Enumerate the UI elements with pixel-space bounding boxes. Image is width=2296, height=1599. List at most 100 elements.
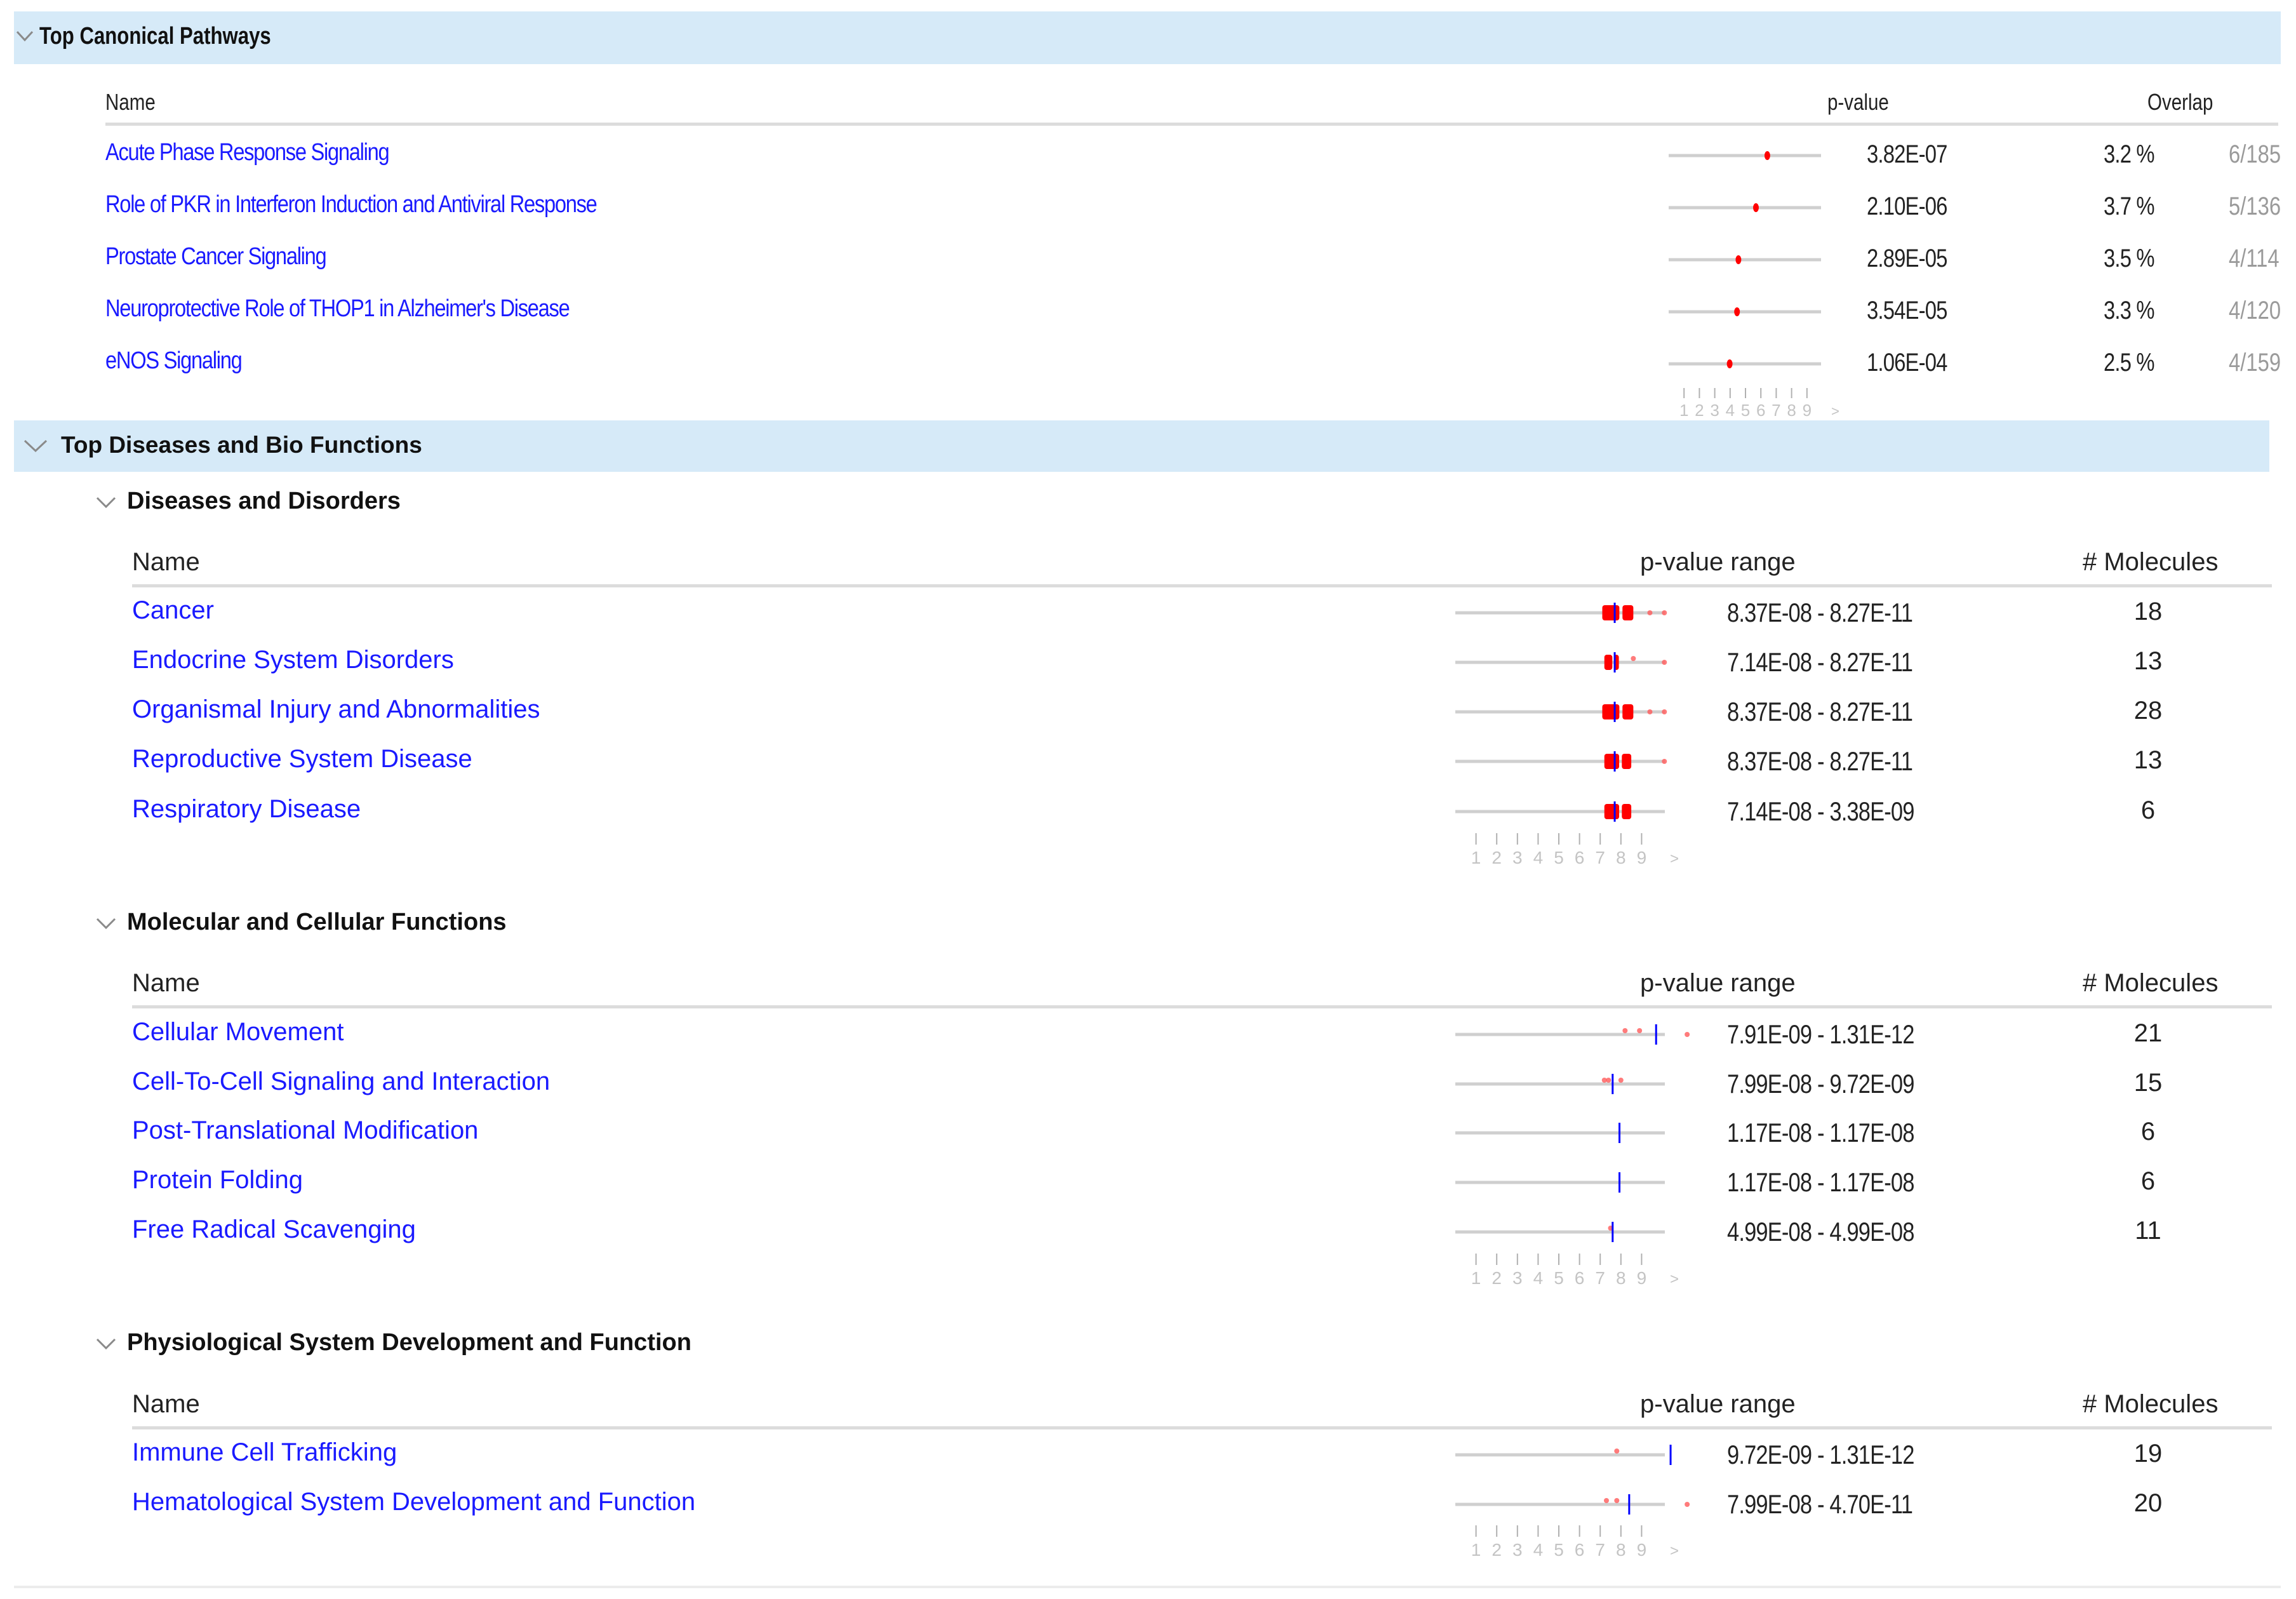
function-link[interactable]: Post-Translational Modification — [132, 1116, 478, 1145]
header-divider — [105, 123, 2278, 126]
overlap-fraction: 4/114 — [2229, 244, 2279, 272]
pvalue-dot — [1662, 759, 1667, 764]
pathway-link[interactable]: Prostate Cancer Signaling — [105, 243, 327, 271]
pathway-link[interactable]: eNOS Signaling — [105, 347, 243, 375]
pvalue-dot — [1752, 203, 1759, 212]
axis-tick-label: 4 — [1533, 1268, 1544, 1288]
pvalue-dot — [1647, 709, 1653, 714]
function-link[interactable]: Hematological System Development and Fun… — [132, 1488, 695, 1516]
axis-tick-label: 8 — [1616, 1268, 1626, 1288]
overlap-fraction: 4/159 — [2229, 349, 2281, 377]
column-header-overlap[interactable]: Overlap — [2147, 89, 2213, 116]
pvalue-range-text: 1.17E-08 - 1.17E-08 — [1727, 1167, 1914, 1197]
axis-tick-label: 2 — [1492, 1268, 1502, 1288]
molecule-count: 11 — [2135, 1217, 2161, 1245]
pvalue-dot — [1662, 660, 1667, 665]
pvalue-bar-chart — [1669, 307, 1821, 316]
function-link[interactable]: Cancer — [132, 596, 214, 625]
pvalue-range-chart — [1455, 652, 1667, 672]
column-header-pvalue[interactable]: p-value — [1827, 89, 1889, 116]
pvalue-dot — [1764, 151, 1770, 160]
axis-tick-label: 8 — [1787, 401, 1796, 420]
column-header-name[interactable]: Name — [132, 548, 200, 577]
section-header-canonical-pathways[interactable]: Top Canonical Pathways — [14, 11, 2281, 64]
axis-tick-label: 7 — [1595, 1268, 1605, 1288]
pvalue-dot — [1734, 307, 1740, 316]
column-header-pvalue-range[interactable]: p-value range — [1640, 1390, 1796, 1419]
function-link[interactable]: Organismal Injury and Abnormalities — [132, 695, 540, 724]
molecule-count: 28 — [2133, 697, 2163, 725]
column-header-name[interactable]: Name — [132, 1390, 200, 1419]
chevron-down-icon[interactable] — [15, 29, 34, 43]
pvalue-dot — [1647, 610, 1653, 615]
axis-tick-label: 4 — [1533, 848, 1544, 867]
function-link[interactable]: Respiratory Disease — [132, 795, 361, 824]
pvalue-range-text: 7.14E-08 - 3.38E-09 — [1727, 796, 1914, 826]
function-link[interactable]: Free Radical Scavenging — [132, 1215, 416, 1244]
section-header-diseases-bio-functions[interactable]: Top Diseases and Bio Functions — [14, 420, 2269, 472]
subsection-title[interactable]: Diseases and Disorders — [127, 488, 401, 515]
column-header-molecules[interactable]: # Molecules — [2083, 969, 2218, 998]
pvalue-range-chart — [1455, 1024, 1690, 1045]
x-axis-ticks: 1 2 3 4 5 6 7 8 9 > — [1679, 388, 1839, 420]
pvalue-cluster — [1604, 655, 1613, 670]
axis-tick-label: 4 — [1533, 1540, 1544, 1560]
axis-more-indicator: > — [1670, 850, 1679, 867]
header-divider — [132, 1005, 2272, 1008]
molecule-count: 19 — [2133, 1440, 2163, 1468]
pvalue-dot — [1622, 1028, 1628, 1033]
function-link[interactable]: Reproductive System Disease — [132, 745, 472, 773]
chevron-down-icon[interactable] — [23, 438, 48, 453]
pvalue-range-text: 7.99E-08 - 9.72E-09 — [1727, 1069, 1914, 1099]
pvalue-dot — [1631, 656, 1636, 661]
subsection-title[interactable]: Physiological System Development and Fun… — [127, 1329, 691, 1356]
column-header-name[interactable]: Name — [105, 89, 156, 116]
column-header-molecules[interactable]: # Molecules — [2083, 1390, 2218, 1419]
column-header-molecules[interactable]: # Molecules — [2083, 548, 2218, 577]
axis-tick-label: 7 — [1772, 401, 1780, 420]
column-header-pvalue-range[interactable]: p-value range — [1640, 548, 1796, 577]
pvalue-dot — [1618, 1078, 1624, 1083]
column-header-name[interactable]: Name — [132, 969, 200, 998]
function-link[interactable]: Protein Folding — [132, 1166, 303, 1194]
chevron-down-icon[interactable] — [95, 495, 117, 509]
x-axis-ticks: 1 2 3 4 5 6 7 8 9 > — [1471, 833, 1679, 867]
pathway-link[interactable]: Neuroprotective Role of THOP1 in Alzheim… — [105, 295, 570, 323]
pvalue-dot — [1614, 1498, 1620, 1503]
molecule-count: 13 — [2133, 746, 2163, 774]
pvalue-range-chart — [1455, 603, 1667, 623]
chevron-down-icon[interactable] — [95, 916, 117, 930]
axis-tick-label: 1 — [1471, 1540, 1481, 1560]
function-link[interactable]: Cell-To-Cell Signaling and Interaction — [132, 1067, 550, 1096]
column-header-pvalue-range[interactable]: p-value range — [1640, 969, 1796, 998]
pvalue-range-text: 7.99E-08 - 4.70E-11 — [1727, 1489, 1913, 1519]
subsection-title[interactable]: Molecular and Cellular Functions — [127, 909, 507, 936]
bottom-divider — [14, 1586, 2281, 1588]
axis-tick-label: 7 — [1595, 1540, 1605, 1560]
axis-tick-label: 6 — [1575, 1540, 1585, 1560]
pvalue-bar-chart — [1669, 255, 1821, 264]
pvalue-range-chart — [1455, 801, 1665, 822]
section-title: Top Canonical Pathways — [39, 23, 271, 50]
header-divider — [132, 1426, 2272, 1429]
axis-tick-label: 2 — [1492, 848, 1502, 867]
pvalue-cluster — [1602, 605, 1620, 620]
pvalue-cluster — [1622, 704, 1634, 719]
pvalue-dot — [1606, 1078, 1612, 1083]
axis-more-indicator: > — [1670, 1542, 1679, 1560]
axis-tick-label: 3 — [1512, 848, 1523, 867]
x-axis-ticks: 1 2 3 4 5 6 7 8 9 > — [1471, 1254, 1679, 1288]
pvalue-text: 1.06E-04 — [1867, 349, 1947, 377]
pathway-link[interactable]: Acute Phase Response Signaling — [105, 139, 390, 166]
chevron-down-icon[interactable] — [95, 1337, 117, 1351]
function-link[interactable]: Immune Cell Trafficking — [132, 1438, 397, 1467]
function-link[interactable]: Cellular Movement — [132, 1018, 344, 1047]
axis-tick-label: 9 — [1637, 848, 1647, 867]
pathway-link[interactable]: Role of PKR in Interferon Induction and … — [105, 191, 597, 218]
pvalue-cluster — [1622, 804, 1632, 819]
function-link[interactable]: Endocrine System Disorders — [132, 646, 454, 674]
pvalue-dot — [1662, 709, 1667, 714]
pvalue-range-chart — [1455, 1123, 1665, 1143]
axis-more-indicator: > — [1670, 1271, 1679, 1288]
molecule-count: 20 — [2133, 1489, 2163, 1517]
